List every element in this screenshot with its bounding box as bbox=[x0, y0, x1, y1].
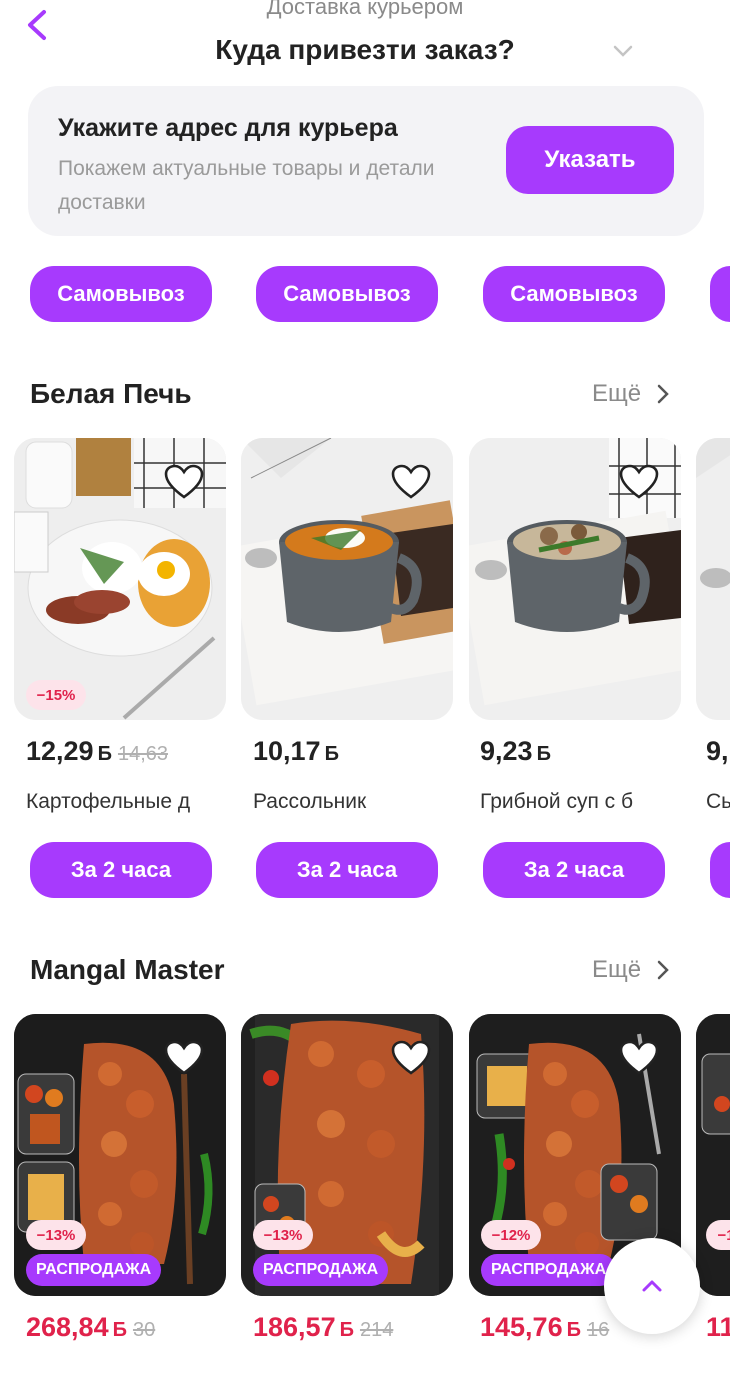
food-illustration bbox=[696, 1014, 730, 1296]
pickup-button-partial[interactable] bbox=[710, 266, 730, 322]
text-fade bbox=[178, 730, 218, 774]
heart-icon[interactable] bbox=[164, 1040, 204, 1076]
price-value: 12,29 bbox=[26, 736, 94, 766]
address-card-title: Укажите адрес для курьера bbox=[58, 114, 398, 142]
product-name[interactable]: Сы bbox=[706, 790, 730, 814]
product-image[interactable] bbox=[469, 438, 681, 720]
food-illustration bbox=[696, 438, 730, 720]
product-name[interactable]: Грибной суп с б bbox=[480, 790, 670, 814]
chevron-up-icon bbox=[642, 1280, 662, 1292]
currency-symbol: Б bbox=[339, 1319, 354, 1341]
heart-icon[interactable] bbox=[619, 1040, 659, 1076]
section-title: Белая Печь bbox=[30, 378, 192, 409]
product-price: 145,76 Б 16 bbox=[480, 1312, 609, 1343]
price-value: 9, bbox=[706, 736, 729, 766]
old-price: 30 bbox=[132, 1319, 156, 1341]
address-card-description: Покажем актуальные товары и детали доста… bbox=[58, 157, 435, 214]
product-image-partial[interactable] bbox=[696, 438, 730, 720]
old-price: 214 bbox=[359, 1319, 394, 1341]
heart-icon[interactable] bbox=[391, 464, 431, 500]
currency-symbol: Б bbox=[566, 1319, 581, 1341]
discount-badge: −12% bbox=[481, 1220, 541, 1250]
price-value: 10,17 bbox=[253, 736, 321, 766]
header: Доставка курьером Куда привезти заказ? bbox=[0, 0, 730, 80]
more-label: Ещё bbox=[592, 956, 642, 983]
delivery-mode-label: Доставка курьером bbox=[266, 0, 464, 19]
address-card: Укажите адрес для курьера Покажем актуал… bbox=[28, 86, 704, 236]
discount-badge: −15% bbox=[26, 680, 86, 710]
pickup-button[interactable]: Самовывоз bbox=[30, 266, 212, 322]
sale-badge: РАСПРОДАЖА bbox=[481, 1254, 617, 1286]
price-value: 186,57 bbox=[253, 1312, 336, 1342]
heart-icon[interactable] bbox=[164, 464, 204, 500]
pickup-button[interactable]: Самовывоз bbox=[256, 266, 438, 322]
scroll-to-top-button[interactable] bbox=[604, 1238, 700, 1334]
discount-badge: −13% bbox=[253, 1220, 313, 1250]
product-price: 11 bbox=[706, 1312, 730, 1343]
product-image-partial[interactable]: −1 bbox=[696, 1014, 730, 1296]
section-more-link[interactable]: Ещё bbox=[592, 956, 669, 984]
chevron-down-icon[interactable] bbox=[612, 44, 634, 58]
currency-symbol: Б bbox=[324, 743, 339, 765]
price-value: 268,84 bbox=[26, 1312, 109, 1342]
delivery-time-button[interactable]: За 2 часа bbox=[256, 842, 438, 898]
specify-address-button[interactable]: Указать bbox=[506, 126, 674, 194]
delivery-time-button-partial[interactable] bbox=[710, 842, 730, 898]
old-price: 14,63 bbox=[117, 743, 169, 765]
price-value: 11 bbox=[706, 1312, 730, 1342]
currency-symbol: Б bbox=[112, 1319, 127, 1341]
discount-badge: −13% bbox=[26, 1220, 86, 1250]
currency-symbol: Б bbox=[97, 743, 112, 765]
product-price: 12,29 Б 14,63 bbox=[26, 736, 168, 767]
product-price: 9, bbox=[706, 736, 729, 767]
section-title: Mangal Master bbox=[30, 954, 225, 985]
product-price: 10,17 Б bbox=[253, 736, 339, 767]
product-price: 9,23 Б bbox=[480, 736, 551, 767]
section-more-link[interactable]: Ещё bbox=[592, 380, 669, 408]
old-price: 16 bbox=[586, 1319, 610, 1341]
heart-icon[interactable] bbox=[619, 464, 659, 500]
product-image[interactable] bbox=[241, 438, 453, 720]
product-image[interactable]: −13% РАСПРОДАЖА bbox=[241, 1014, 453, 1296]
more-label: Ещё bbox=[592, 380, 642, 407]
product-price: 186,57 Б 214 bbox=[253, 1312, 393, 1343]
chevron-right-icon bbox=[657, 384, 669, 404]
product-image[interactable]: −15% bbox=[14, 438, 226, 720]
product-name[interactable]: Картофельные д bbox=[26, 790, 216, 814]
sale-badge: РАСПРОДАЖА bbox=[26, 1254, 162, 1286]
product-name[interactable]: Рассольник bbox=[253, 790, 453, 814]
heart-icon[interactable] bbox=[391, 1040, 431, 1076]
price-value: 9,23 bbox=[480, 736, 533, 766]
chevron-right-icon bbox=[657, 960, 669, 980]
delivery-time-button[interactable]: За 2 часа bbox=[483, 842, 665, 898]
delivery-time-button[interactable]: За 2 часа bbox=[30, 842, 212, 898]
sale-badge: РАСПРОДАЖА bbox=[253, 1254, 389, 1286]
pickup-button[interactable]: Самовывоз bbox=[483, 266, 665, 322]
product-price: 268,84 Б 30 bbox=[26, 1312, 155, 1343]
currency-symbol: Б bbox=[536, 743, 551, 765]
product-image[interactable]: −13% РАСПРОДАЖА bbox=[14, 1014, 226, 1296]
price-value: 145,76 bbox=[480, 1312, 563, 1342]
discount-badge: −1 bbox=[706, 1220, 730, 1250]
